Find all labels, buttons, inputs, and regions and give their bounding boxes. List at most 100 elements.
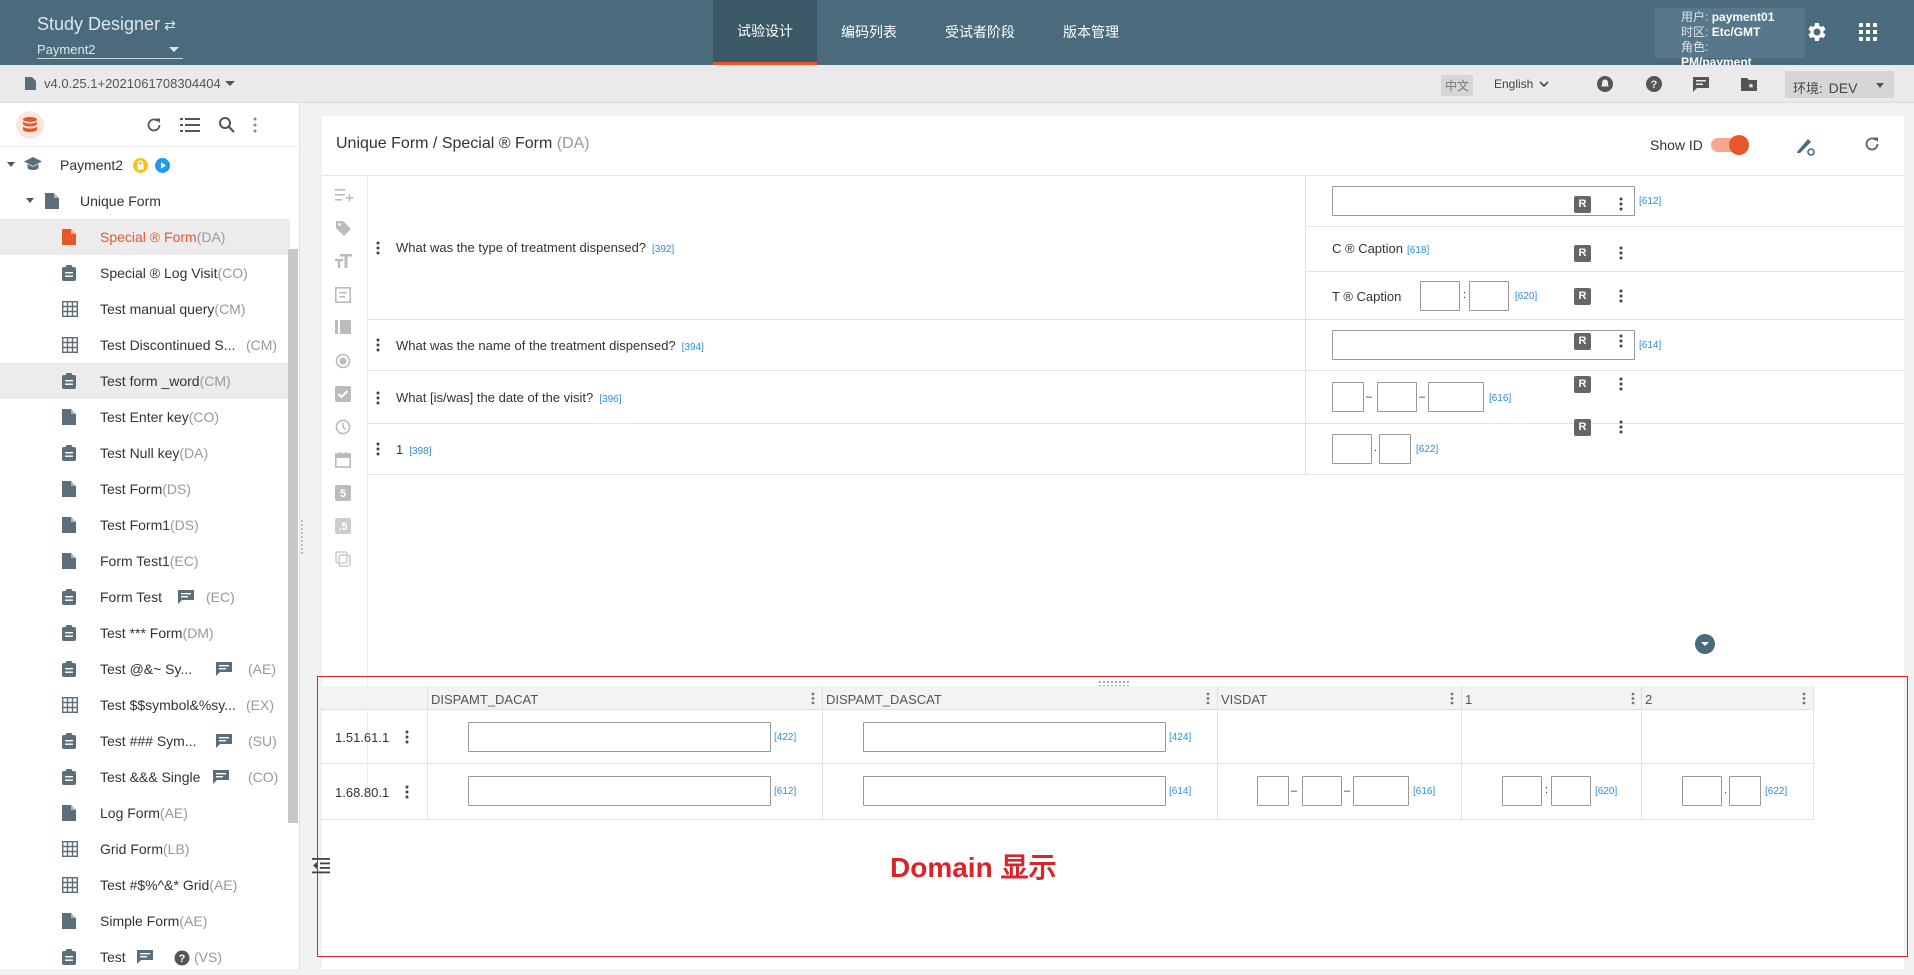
database-icon[interactable] — [16, 111, 44, 139]
tree-form-item[interactable]: Test *** Form(DM) — [0, 615, 290, 651]
radio-icon[interactable] — [335, 353, 351, 369]
tag-icon[interactable] — [335, 220, 352, 237]
version-select[interactable]: v4.0.25.1+2021061708304404 — [25, 76, 235, 91]
tree-form-item[interactable]: (EC) Form Test — [0, 579, 290, 615]
copy-icon[interactable] — [335, 551, 351, 567]
tab-version-management[interactable]: 版本管理 — [1039, 0, 1143, 65]
tree-form-item[interactable]: Special ® Form(DA) — [0, 219, 290, 255]
tree-form-item[interactable]: Test Null key(DA) — [0, 435, 290, 471]
more-vertical-icon[interactable] — [1619, 197, 1623, 211]
apps-grid-icon[interactable] — [1859, 23, 1877, 41]
message-icon[interactable] — [1692, 75, 1710, 93]
sidebar-scrollbar[interactable] — [288, 249, 298, 823]
text-input[interactable] — [863, 722, 1166, 752]
required-badge[interactable]: R — [1574, 245, 1591, 262]
text-input[interactable] — [468, 776, 771, 806]
tab-subject-phases[interactable]: 受试者阶段 — [921, 0, 1039, 65]
month-input[interactable] — [1302, 776, 1342, 806]
search-icon[interactable] — [218, 116, 235, 133]
text-size-icon[interactable] — [335, 254, 353, 268]
tree-form-item[interactable]: Test #$%^&* Grid(AE) — [0, 867, 290, 903]
more-vertical-icon[interactable] — [1619, 334, 1623, 348]
integer-input[interactable] — [1332, 434, 1372, 464]
lang-english[interactable]: English — [1494, 77, 1549, 91]
comment-icon[interactable] — [216, 734, 232, 748]
lang-chinese[interactable]: 中文 — [1441, 75, 1474, 96]
add-row-icon[interactable] — [335, 188, 353, 202]
minute-input[interactable] — [1469, 281, 1509, 311]
required-badge[interactable]: R — [1574, 333, 1591, 350]
help-icon[interactable]: ? — [174, 950, 190, 966]
toggle-switch[interactable] — [1710, 135, 1749, 155]
column-menu-icon[interactable] — [1206, 692, 1210, 705]
month-input[interactable] — [1377, 382, 1417, 412]
notification-settings-icon[interactable] — [1596, 75, 1614, 93]
number-icon[interactable]: 5 — [335, 485, 351, 501]
decimal-input[interactable] — [1729, 776, 1761, 806]
decimal-input[interactable] — [1379, 434, 1411, 464]
domain-column-header[interactable]: DISPAMT_DACAT — [428, 686, 823, 710]
edit-layout-icon[interactable] — [1794, 135, 1816, 157]
domain-column-header[interactable]: 1 — [1462, 686, 1642, 710]
tree-form-item[interactable]: Test form _word(CM) — [0, 363, 290, 399]
expand-arrow-icon[interactable] — [26, 198, 34, 203]
more-vertical-icon[interactable] — [253, 117, 257, 133]
text-input[interactable] — [468, 722, 771, 752]
hour-input[interactable] — [1420, 281, 1460, 311]
refresh-icon[interactable] — [1864, 136, 1880, 152]
domain-column-header[interactable]: 2 — [1642, 686, 1814, 710]
minute-input[interactable] — [1551, 776, 1591, 806]
comment-icon[interactable] — [137, 950, 153, 964]
calendar-icon[interactable] — [335, 452, 351, 468]
tree-folder-node[interactable]: Unique Form — [0, 183, 290, 219]
text-area-icon[interactable] — [335, 287, 351, 303]
comment-icon[interactable] — [178, 590, 194, 604]
tree-form-item[interactable]: Grid Form(LB) — [0, 831, 290, 867]
folder-star-icon[interactable] — [1740, 75, 1758, 93]
tree-form-item[interactable]: Test Form(DS) — [0, 471, 290, 507]
clock-icon[interactable] — [335, 419, 351, 435]
required-badge[interactable]: R — [1574, 419, 1591, 436]
more-vertical-icon[interactable] — [376, 338, 380, 352]
hour-input[interactable] — [1502, 776, 1542, 806]
more-vertical-icon[interactable] — [1619, 246, 1623, 260]
day-input[interactable] — [1332, 382, 1364, 412]
tree-form-item[interactable]: Test manual query(CM) — [0, 291, 290, 327]
switch-icon[interactable]: ⇄ — [164, 17, 176, 33]
expand-arrow-icon[interactable] — [7, 162, 15, 167]
year-input[interactable] — [1353, 776, 1409, 806]
more-vertical-icon[interactable] — [1619, 377, 1623, 391]
gear-icon[interactable] — [1805, 20, 1829, 44]
checkbox-icon[interactable] — [335, 386, 351, 402]
more-vertical-icon[interactable] — [1619, 420, 1623, 434]
decimal-icon[interactable]: .5 — [335, 518, 351, 534]
domain-column-header[interactable]: DISPAMT_DASCAT — [823, 686, 1218, 710]
tree-form-item[interactable]: (EX) Test $$symbol&%sy... — [0, 687, 290, 723]
panel-splitter[interactable] — [301, 520, 305, 554]
collapse-panel-icon[interactable] — [312, 856, 330, 874]
integer-input[interactable] — [1682, 776, 1722, 806]
column-menu-icon[interactable] — [811, 692, 815, 705]
play-icon[interactable] — [155, 158, 170, 173]
tree-form-item[interactable]: Special ® Log Visit(CO) — [0, 255, 290, 291]
required-badge[interactable]: R — [1574, 376, 1591, 393]
comment-icon[interactable] — [213, 770, 229, 784]
required-badge[interactable]: R — [1574, 288, 1591, 305]
list-icon[interactable] — [180, 117, 200, 132]
column-menu-icon[interactable] — [1450, 692, 1454, 705]
help-icon[interactable]: ? — [1645, 75, 1663, 93]
required-badge[interactable]: R — [1574, 196, 1591, 213]
tree-form-item[interactable]: (CO) Test &&& Single — [0, 759, 290, 795]
domain-column-header[interactable]: VISDAT — [1218, 686, 1462, 710]
tree-study-node[interactable]: Payment2 — [0, 147, 290, 183]
tree-form-item[interactable]: (AE) Test @&~ Sy... — [0, 651, 290, 687]
refresh-icon[interactable] — [146, 117, 162, 133]
comment-icon[interactable] — [216, 662, 232, 676]
more-vertical-icon[interactable] — [1619, 289, 1623, 303]
column-menu-icon[interactable] — [1802, 692, 1806, 705]
tree-form-item[interactable]: Test Form1(DS) — [0, 507, 290, 543]
tab-study-design[interactable]: 试验设计 — [713, 0, 817, 65]
scroll-down-icon[interactable] — [1695, 634, 1715, 654]
tree-form-item[interactable]: Simple Form(AE) — [0, 903, 290, 939]
tree-form-item[interactable]: Test Enter key(CO) — [0, 399, 290, 435]
